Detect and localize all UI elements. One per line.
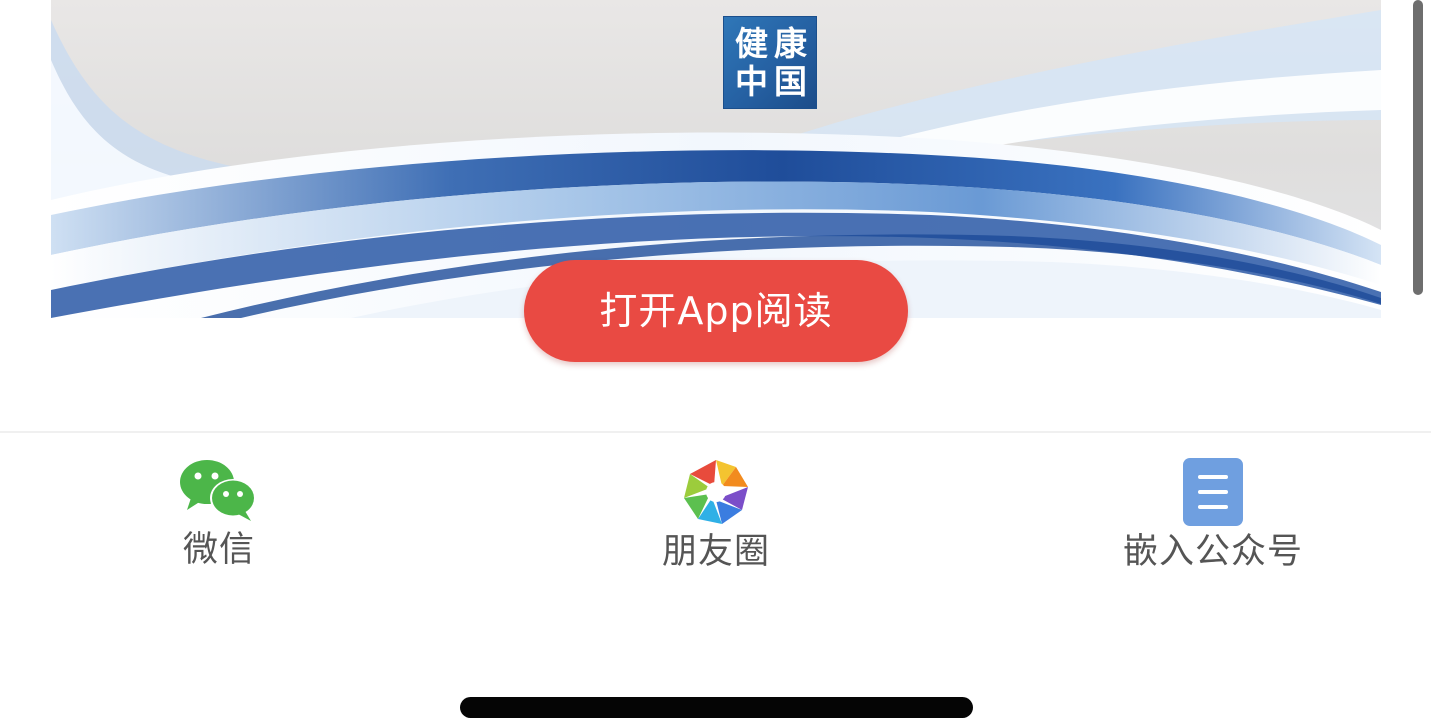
share-moments-button[interactable]: 朋友圈 (566, 458, 866, 588)
share-embed-official-account-button[interactable]: 嵌入公众号 (1063, 458, 1363, 588)
share-embed-official-account-label: 嵌入公众号 (1122, 532, 1303, 572)
share-page: 健 康 中 国 打开App阅读 微信 朋友圈 嵌入公众号 (0, 0, 1431, 723)
logo-char: 中 (735, 62, 768, 101)
scrollbar[interactable] (1413, 0, 1423, 295)
home-indicator[interactable] (460, 697, 973, 718)
document-icon (1183, 458, 1243, 526)
divider (0, 431, 1431, 433)
health-china-logo: 健 康 中 国 (723, 16, 817, 109)
wechat-icon (180, 460, 256, 521)
share-wechat-button[interactable]: 微信 (69, 458, 369, 588)
share-moments-label: 朋友圈 (661, 532, 770, 572)
open-app-button[interactable]: 打开App阅读 (524, 260, 908, 362)
logo-char: 健 (735, 24, 768, 63)
logo-char: 康 (774, 24, 807, 63)
logo-char: 国 (774, 62, 807, 101)
share-wechat-label: 微信 (182, 530, 255, 570)
moments-icon (684, 460, 748, 524)
